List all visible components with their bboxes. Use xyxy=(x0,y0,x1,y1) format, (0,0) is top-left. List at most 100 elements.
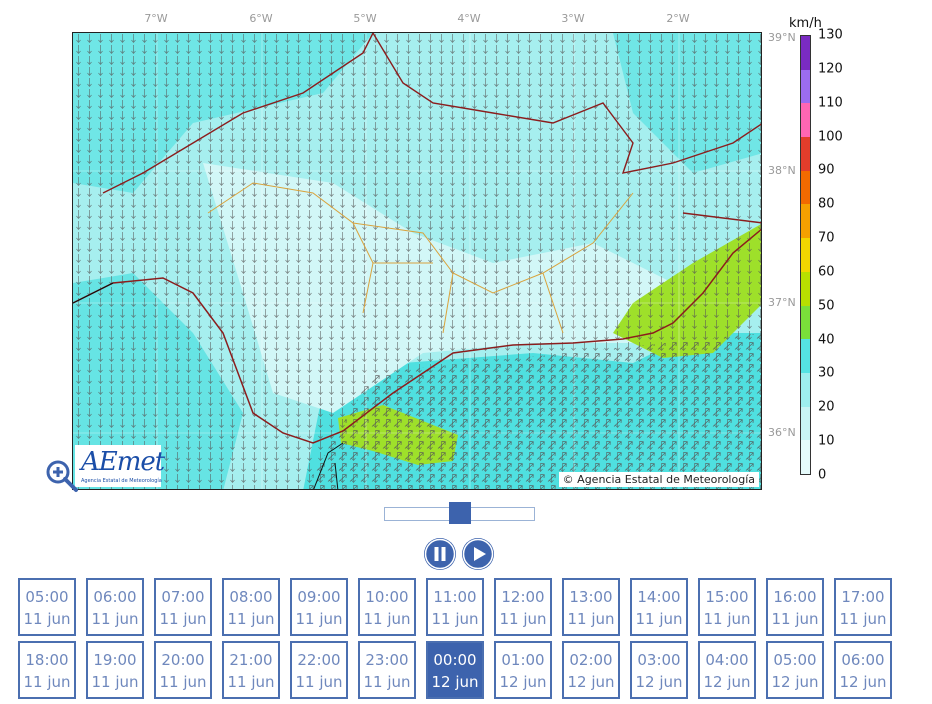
time-slot-button[interactable]: 06:00 11 jun xyxy=(86,578,144,636)
longitude-label-7w: 7°W xyxy=(144,12,168,25)
time-slot-date: 11 jun xyxy=(227,673,275,691)
time-slot-date: 11 jun xyxy=(363,673,411,691)
time-slot-button[interactable]: 01:00 12 jun xyxy=(494,641,552,699)
time-slot-date: 12 jun xyxy=(839,673,887,691)
time-slot-date: 11 jun xyxy=(227,610,275,628)
legend-unit: km/h xyxy=(789,16,822,31)
time-slot-hour: 09:00 xyxy=(297,588,341,606)
time-slot-button[interactable]: 05:00 12 jun xyxy=(766,641,824,699)
legend-tick-label: 10 xyxy=(818,433,835,449)
wind-map-canvas xyxy=(73,33,761,489)
legend-color-step xyxy=(801,237,810,272)
time-slot-hour: 08:00 xyxy=(229,588,273,606)
time-slot-hour: 16:00 xyxy=(773,588,817,606)
time-slot-button[interactable]: 21:00 11 jun xyxy=(222,641,280,699)
time-slot-button[interactable]: 06:00 12 jun xyxy=(834,641,892,699)
legend-tick-label: 60 xyxy=(818,264,835,280)
legend-tick-label: 130 xyxy=(818,27,843,43)
time-slot-hour: 19:00 xyxy=(93,651,137,669)
zoom-in-icon[interactable] xyxy=(45,459,79,493)
time-slot-button[interactable]: 14:00 11 jun xyxy=(630,578,688,636)
time-slot-button[interactable]: 23:00 11 jun xyxy=(358,641,416,699)
time-slot-hour: 20:00 xyxy=(161,651,205,669)
time-slot-button[interactable]: 08:00 11 jun xyxy=(222,578,280,636)
time-slot-date: 11 jun xyxy=(295,673,343,691)
time-slider-handle[interactable] xyxy=(448,502,471,524)
time-slot-button[interactable]: 13:00 11 jun xyxy=(562,578,620,636)
wind-map[interactable]: AEmet Agencia Estatal de Meteorología © … xyxy=(72,32,762,490)
legend-tick-label: 30 xyxy=(818,365,835,381)
time-slot-hour: 00:00 xyxy=(433,651,477,669)
time-slot-hour: 07:00 xyxy=(161,588,205,606)
time-slot-button[interactable]: 18:00 11 jun xyxy=(18,641,76,699)
legend-tick-label: 120 xyxy=(818,61,843,77)
time-slot-button[interactable]: 00:00 12 jun xyxy=(426,641,484,699)
time-slot-date: 11 jun xyxy=(499,610,547,628)
play-button[interactable] xyxy=(462,538,494,570)
legend-tick-label: 50 xyxy=(818,298,835,314)
time-slot-hour: 17:00 xyxy=(841,588,885,606)
time-slot-date: 12 jun xyxy=(703,673,751,691)
time-slot-button[interactable]: 15:00 11 jun xyxy=(698,578,756,636)
time-slot-hour: 06:00 xyxy=(841,651,885,669)
time-slot-button[interactable]: 04:00 12 jun xyxy=(698,641,756,699)
legend-color-step xyxy=(801,170,810,205)
time-slot-button[interactable]: 16:00 11 jun xyxy=(766,578,824,636)
time-slot-hour: 04:00 xyxy=(705,651,749,669)
time-slot-hour: 06:00 xyxy=(93,588,137,606)
legend-tick-label: 70 xyxy=(818,230,835,246)
time-slot-button[interactable]: 17:00 11 jun xyxy=(834,578,892,636)
time-slot-button[interactable]: 09:00 11 jun xyxy=(290,578,348,636)
time-slot-hour: 21:00 xyxy=(229,651,273,669)
legend-tick-label: 40 xyxy=(818,332,835,348)
legend-tick-label: 20 xyxy=(818,399,835,415)
time-slot-button[interactable]: 20:00 11 jun xyxy=(154,641,212,699)
time-slot-hour: 02:00 xyxy=(569,651,613,669)
longitude-label-2w: 2°W xyxy=(666,12,690,25)
time-slot-hour: 22:00 xyxy=(297,651,341,669)
longitude-label-6w: 6°W xyxy=(249,12,273,25)
time-slot-button[interactable]: 03:00 12 jun xyxy=(630,641,688,699)
time-slot-button[interactable]: 19:00 11 jun xyxy=(86,641,144,699)
legend-tick-label: 100 xyxy=(818,129,843,145)
legend-color-step xyxy=(801,305,810,340)
legend-color-step xyxy=(801,271,810,306)
time-slot-date: 12 jun xyxy=(567,673,615,691)
time-slot-button[interactable]: 22:00 11 jun xyxy=(290,641,348,699)
time-slot-hour: 14:00 xyxy=(637,588,681,606)
pause-button[interactable] xyxy=(424,538,456,570)
time-slot-date: 11 jun xyxy=(771,610,819,628)
time-slot-hour: 13:00 xyxy=(569,588,613,606)
time-slot-date: 11 jun xyxy=(567,610,615,628)
time-slot-hour: 05:00 xyxy=(773,651,817,669)
legend-tick-label: 110 xyxy=(818,95,843,111)
legend-color-step xyxy=(801,338,810,373)
time-slot-button[interactable]: 12:00 11 jun xyxy=(494,578,552,636)
aemet-logo: AEmet Agencia Estatal de Meteorología xyxy=(75,445,165,487)
time-slot-hour: 05:00 xyxy=(25,588,69,606)
time-slot-date: 11 jun xyxy=(91,673,139,691)
time-slot-date: 11 jun xyxy=(23,610,71,628)
legend-color-step xyxy=(801,439,810,474)
time-slot-hour: 10:00 xyxy=(365,588,409,606)
time-slot-hour: 18:00 xyxy=(25,651,69,669)
time-slot-button[interactable]: 11:00 11 jun xyxy=(426,578,484,636)
time-slot-button[interactable]: 07:00 11 jun xyxy=(154,578,212,636)
latitude-label-37n: 37°N xyxy=(768,296,796,309)
time-slot-date: 12 jun xyxy=(771,673,819,691)
time-slot-date: 11 jun xyxy=(839,610,887,628)
time-slot-date: 11 jun xyxy=(703,610,751,628)
time-slot-date: 11 jun xyxy=(363,610,411,628)
play-icon xyxy=(462,538,494,570)
time-slot-hour: 11:00 xyxy=(433,588,477,606)
copyright-notice: © Agencia Estatal de Meteorología xyxy=(558,472,759,487)
time-slot-hour: 15:00 xyxy=(705,588,749,606)
time-slot-hour: 01:00 xyxy=(501,651,545,669)
time-slot-date: 12 jun xyxy=(431,673,479,691)
time-slot-date: 11 jun xyxy=(159,673,207,691)
time-slot-button[interactable]: 02:00 12 jun xyxy=(562,641,620,699)
time-slot-hour: 12:00 xyxy=(501,588,545,606)
time-slot-button[interactable]: 05:00 11 jun xyxy=(18,578,76,636)
time-slot-button[interactable]: 10:00 11 jun xyxy=(358,578,416,636)
longitude-label-3w: 3°W xyxy=(561,12,585,25)
